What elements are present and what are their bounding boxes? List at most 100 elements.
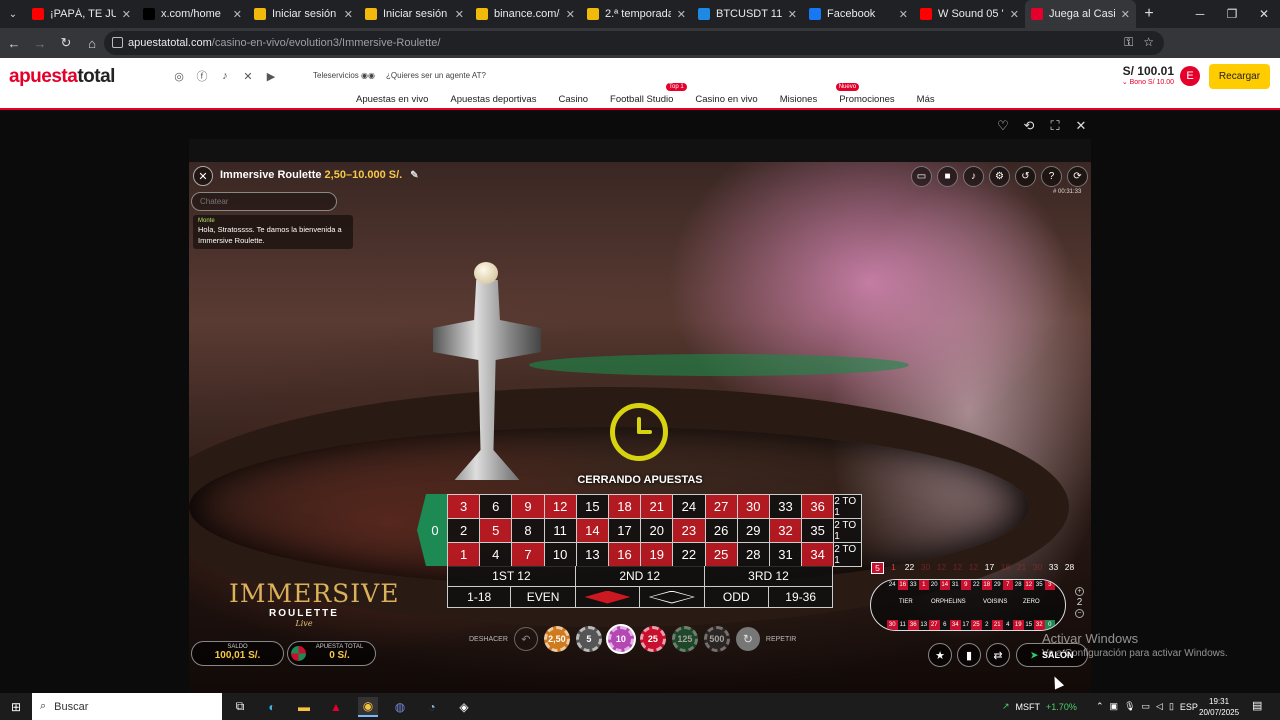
restore-icon[interactable]: ❐ (1216, 0, 1248, 28)
chip-3[interactable]: 10 (607, 626, 634, 652)
racetrack-number[interactable]: 15 (1023, 620, 1034, 630)
user-avatar[interactable]: E (1180, 66, 1200, 86)
minimize-icon[interactable]: ─ (1184, 0, 1216, 28)
browser-tab[interactable]: BTCUSDT 117.868 ✕ (692, 0, 803, 28)
url-input[interactable]: apuestatotal.com/casino-en-vivo/evolutio… (104, 31, 1164, 55)
windows-start-icon[interactable]: ⊞ (0, 693, 32, 720)
acrobat-icon[interactable]: ▲ (326, 697, 346, 717)
bet-number[interactable]: 20 (641, 519, 674, 543)
nav-item[interactable]: Casino en vivo (695, 94, 757, 105)
bet-number[interactable]: 15 (576, 495, 609, 519)
bet-number[interactable]: 10 (544, 543, 577, 567)
bet-number[interactable]: 26 (705, 519, 738, 543)
browser-tab[interactable]: ¡PAPÁ, TE JURO Q ✕ (26, 0, 137, 28)
taskbar-clock[interactable]: 19:31 20/07/2025 (1199, 696, 1239, 718)
input-language[interactable]: ESP (1180, 702, 1198, 712)
racetrack-number[interactable]: 9 (960, 580, 971, 590)
racetrack[interactable]: 24 16 33 1 20 14 31 9 22 18 29 7 28 12 35 3 30 11 36 13 27 6… (870, 579, 1066, 631)
bet-number[interactable]: 13 (576, 543, 609, 567)
password-key-icon[interactable]: ⚿ (1124, 35, 1133, 50)
racetrack-number[interactable]: 17 (960, 620, 971, 630)
bet-number[interactable]: 14 (576, 519, 609, 543)
balance-box[interactable]: S/ 100.01 ⌄ Bono S/ 10.00 (1118, 64, 1174, 86)
racetrack-number[interactable]: 22 (971, 580, 982, 590)
bet-number[interactable]: 2 (448, 519, 481, 543)
bet-column[interactable]: 2 TO 1 (834, 543, 863, 567)
bet-dozen[interactable]: 1ST 12 (447, 566, 576, 587)
bet-number[interactable]: 28 (737, 543, 770, 567)
bet-number[interactable]: 21 (641, 495, 674, 519)
facebook-icon[interactable]: ⓕ (195, 69, 209, 83)
tray-app-icon[interactable]: ▣ (1110, 701, 1119, 712)
task-view-icon[interactable]: ⧉ (230, 697, 250, 717)
new-tab-button[interactable]: + (1136, 5, 1162, 23)
reload-icon[interactable]: ↻ (54, 31, 78, 55)
nav-item[interactable]: Promociones (839, 94, 894, 105)
browser-tab[interactable]: 2.ª temporada de ✕ (581, 0, 692, 28)
browser-tab[interactable]: binance.com/es/m ✕ (470, 0, 581, 28)
teleservicios-link[interactable]: Teleservicios ◉◉ (313, 71, 375, 80)
bet-number[interactable]: 18 (608, 495, 642, 519)
file-explorer-icon[interactable]: ▬ (294, 697, 314, 717)
youtube-icon[interactable]: ▶ (264, 69, 278, 83)
bet-number[interactable]: 35 (802, 519, 835, 543)
racetrack-number[interactable]: 18 (981, 580, 992, 590)
video-icon[interactable]: ■ (937, 166, 958, 187)
switch-table-icon[interactable]: ⇄ (986, 643, 1010, 667)
bet-number[interactable]: 3 (448, 495, 481, 519)
bet-number[interactable]: 30 (737, 495, 770, 519)
bet-outside[interactable]: 19-36 (768, 587, 834, 608)
help-icon[interactable]: ? (1041, 166, 1062, 187)
racetrack-number[interactable]: 30 (887, 620, 898, 630)
site-info-icon[interactable] (112, 37, 123, 48)
network-icon[interactable]: ▭ (1142, 701, 1151, 712)
racetrack-number[interactable]: 27 (929, 620, 940, 630)
bet-number[interactable]: 6 (480, 495, 513, 519)
racetrack-number[interactable]: 36 (908, 620, 919, 630)
chip-2[interactable]: 5 (575, 626, 602, 652)
volume-icon[interactable]: ◁ (1156, 701, 1163, 712)
battery-icon[interactable]: ▯ (1169, 701, 1174, 712)
stock-widget[interactable]: ↗ MSFT +1.70% (1002, 693, 1077, 720)
tray-chevron-icon[interactable]: ⌃ (1096, 701, 1104, 712)
racetrack-section[interactable]: ZERO (1023, 599, 1040, 605)
tab-close-icon[interactable]: ✕ (788, 8, 797, 21)
racetrack-number[interactable]: 14 (939, 580, 950, 590)
racetrack-number[interactable]: 3 (1044, 580, 1055, 590)
racetrack-number[interactable]: 12 (1023, 580, 1034, 590)
browser-tab[interactable]: x.com/home ✕ (137, 0, 248, 28)
tab-close-icon[interactable]: ✕ (344, 8, 353, 21)
bet-outside[interactable]: 1-18 (447, 587, 512, 608)
racetrack-number[interactable]: 25 (971, 620, 982, 630)
racetrack-number[interactable]: 35 (1034, 580, 1045, 590)
taskbar-search[interactable]: ⌕ Buscar (32, 693, 222, 720)
bet-number[interactable]: 4 (480, 543, 513, 567)
tab-close-icon[interactable]: ✕ (899, 8, 908, 21)
bet-number[interactable]: 5 (480, 519, 513, 543)
statistics-icon[interactable]: ▮ (957, 643, 981, 667)
bet-number[interactable]: 16 (608, 543, 642, 567)
bet-column[interactable]: 2 TO 1 (834, 519, 863, 543)
tab-close-icon[interactable]: ✕ (1121, 8, 1130, 21)
recargar-button[interactable]: Recargar (1209, 64, 1270, 89)
racetrack-number[interactable]: 32 (1034, 620, 1045, 630)
racetrack-number[interactable]: 0 (1044, 620, 1055, 630)
racetrack-number[interactable]: 33 (908, 580, 919, 590)
close-game-icon[interactable]: ✕ (1074, 118, 1088, 134)
forward-icon[interactable]: → (28, 31, 52, 55)
apuestatotal-logo[interactable]: apuestatotal (9, 66, 115, 88)
bet-number[interactable]: 32 (769, 519, 803, 543)
minus-icon[interactable]: − (1075, 609, 1084, 618)
instagram-icon[interactable]: ◎ (172, 69, 186, 83)
lobby-icon[interactable]: ⟳ (1067, 166, 1088, 187)
racetrack-section[interactable]: ORPHELINS (931, 599, 966, 605)
bet-number[interactable]: 27 (705, 495, 738, 519)
back-icon[interactable]: ← (2, 31, 26, 55)
nav-item[interactable]: Casino (558, 94, 588, 105)
bet-outside[interactable] (640, 587, 705, 608)
tiktok-icon[interactable]: ♪ (218, 69, 232, 83)
nav-item[interactable]: Apuestas en vivo (356, 94, 428, 105)
tab-close-icon[interactable]: ✕ (677, 8, 686, 21)
bet-number[interactable]: 1 (448, 543, 481, 567)
edge-icon[interactable]: ◐ (262, 697, 282, 717)
